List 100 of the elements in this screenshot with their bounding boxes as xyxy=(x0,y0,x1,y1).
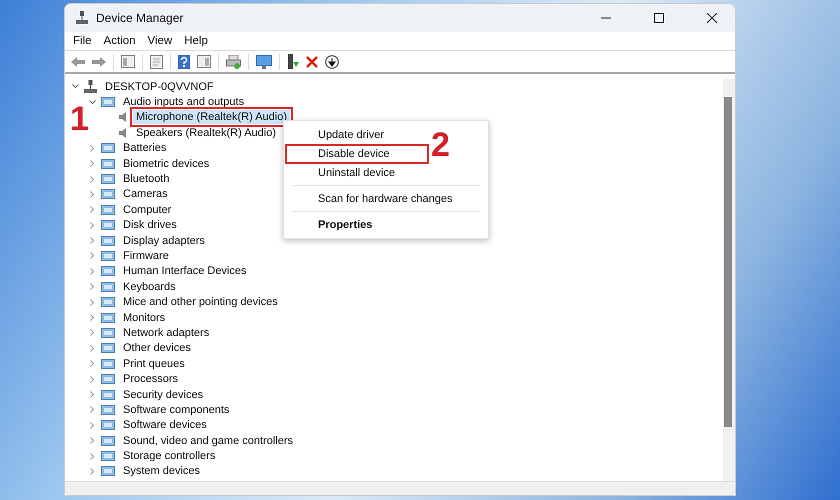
step-number: 2 xyxy=(431,128,450,162)
chevron-right-icon[interactable] xyxy=(89,283,96,290)
device-icon xyxy=(101,326,115,339)
device-icon xyxy=(101,373,115,386)
chevron-right-icon[interactable] xyxy=(89,376,96,383)
device-icon xyxy=(101,296,115,308)
tree-item[interactable]: Bluetooth xyxy=(120,172,172,186)
device-icon xyxy=(101,204,115,216)
device-icon xyxy=(101,404,115,416)
tree-item[interactable]: Mice and other pointing devices xyxy=(120,295,281,310)
tree-item[interactable]: Microphone (Realtek(R) Audio) xyxy=(133,110,290,124)
monitor-icon[interactable] xyxy=(256,54,272,68)
context-menu-item[interactable]: Uninstall device xyxy=(284,163,488,182)
computer-tree-icon xyxy=(75,11,89,25)
tree-item[interactable]: Disk drives xyxy=(120,218,180,232)
chevron-right-icon[interactable] xyxy=(89,452,96,460)
chevron-right-icon[interactable] xyxy=(89,268,96,275)
chevron-right-icon[interactable] xyxy=(89,329,96,336)
tree-item[interactable]: Batteries xyxy=(120,141,170,156)
device-icon xyxy=(101,142,115,154)
tree-item[interactable]: DESKTOP-0QVVNOF xyxy=(102,80,217,94)
menu-item[interactable]: File xyxy=(67,35,98,47)
tree-item[interactable]: Firmware xyxy=(120,248,172,263)
panel-icon[interactable] xyxy=(121,55,135,68)
device-icon xyxy=(101,265,115,278)
vertical-scrollbar[interactable] xyxy=(723,79,735,481)
document-icon[interactable] xyxy=(150,54,163,68)
tree-item[interactable]: Human Interface Devices xyxy=(120,264,250,278)
chevron-right-icon[interactable] xyxy=(89,314,96,322)
maximize-icon[interactable] xyxy=(654,13,664,23)
tree-item[interactable]: Audio inputs and outputs xyxy=(120,95,248,110)
device-icon xyxy=(101,234,115,247)
step-number: 1 xyxy=(70,102,89,136)
chevron-right-icon[interactable] xyxy=(89,237,96,244)
chevron-right-icon[interactable] xyxy=(89,406,96,414)
forward-arrow-icon[interactable] xyxy=(92,56,106,68)
chevron-right-icon[interactable] xyxy=(89,176,96,183)
chevron-right-icon[interactable] xyxy=(89,298,96,306)
tree-item[interactable]: Storage controllers xyxy=(120,449,218,464)
chevron-right-icon[interactable] xyxy=(89,160,96,168)
speaker-icon xyxy=(118,126,128,139)
chevron-right-icon[interactable] xyxy=(89,468,96,475)
context-menu-item[interactable]: Scan for hardware changes xyxy=(284,189,488,208)
tree-item[interactable]: Security devices xyxy=(120,388,206,402)
menu-item[interactable]: Help xyxy=(178,35,214,47)
device-update-icon[interactable] xyxy=(287,54,299,69)
device-icon xyxy=(101,450,115,462)
tree-item[interactable]: Speakers (Realtek(R) Audio) xyxy=(133,126,280,140)
tree-item[interactable]: System devices xyxy=(120,464,204,478)
window-title: Device Manager xyxy=(96,11,184,25)
chevron-right-icon[interactable] xyxy=(89,252,96,260)
tree-item[interactable]: Keyboards xyxy=(120,280,179,294)
tree-item[interactable]: Processors xyxy=(120,372,182,386)
chevron-right-icon[interactable] xyxy=(89,190,96,198)
device-icon xyxy=(101,342,115,354)
device-icon xyxy=(101,465,115,478)
chevron-right-icon[interactable] xyxy=(89,422,96,429)
chevron-right-icon[interactable] xyxy=(89,144,96,152)
device-icon xyxy=(101,250,115,262)
device-icon xyxy=(101,358,115,370)
tree-item[interactable]: Sound, video and game controllers xyxy=(120,434,296,448)
tree-item[interactable]: Network adapters xyxy=(120,326,212,340)
chevron-right-icon[interactable] xyxy=(89,437,96,444)
context-menu-item[interactable]: Properties xyxy=(284,215,488,234)
back-arrow-icon[interactable] xyxy=(71,56,85,68)
close-icon[interactable] xyxy=(707,13,717,23)
device-icon xyxy=(101,388,115,400)
chevron-down-icon[interactable] xyxy=(72,84,79,90)
tree-item[interactable]: Computer xyxy=(120,202,174,217)
tree-item[interactable]: Other devices xyxy=(120,341,194,356)
panel-icon[interactable] xyxy=(197,55,211,68)
tree-item[interactable]: Software devices xyxy=(120,418,210,432)
device-icon xyxy=(101,96,115,108)
computer-tree-icon xyxy=(84,80,97,94)
tree-item[interactable]: Display adapters xyxy=(120,234,208,248)
device-icon xyxy=(101,434,115,447)
menu-item[interactable]: Action xyxy=(98,35,142,47)
chevron-right-icon[interactable] xyxy=(89,206,96,214)
device-icon xyxy=(101,158,115,170)
tree-item[interactable]: Software components xyxy=(120,402,232,417)
scrollbar-thumb[interactable] xyxy=(724,97,732,427)
x-mark-icon[interactable] xyxy=(306,56,318,68)
chevron-right-icon[interactable] xyxy=(89,344,96,352)
tree-item[interactable]: Monitors xyxy=(120,310,168,325)
chevron-right-icon[interactable] xyxy=(89,360,96,368)
printer-icon[interactable] xyxy=(226,54,241,68)
device-icon xyxy=(101,188,115,200)
speaker-icon xyxy=(118,111,128,124)
device-icon xyxy=(101,280,115,293)
download-circle-icon[interactable] xyxy=(325,54,339,68)
device-icon xyxy=(101,173,115,186)
tree-item[interactable]: Biometric devices xyxy=(120,156,212,171)
device-icon xyxy=(101,419,115,432)
tree-item[interactable]: Cameras xyxy=(120,187,171,202)
chevron-right-icon[interactable] xyxy=(89,391,96,398)
chevron-down-icon[interactable] xyxy=(89,100,96,105)
tree-item[interactable]: Print queues xyxy=(120,356,188,371)
help-icon[interactable] xyxy=(178,54,190,68)
menu-item[interactable]: View xyxy=(142,35,178,47)
chevron-right-icon[interactable] xyxy=(89,222,96,229)
